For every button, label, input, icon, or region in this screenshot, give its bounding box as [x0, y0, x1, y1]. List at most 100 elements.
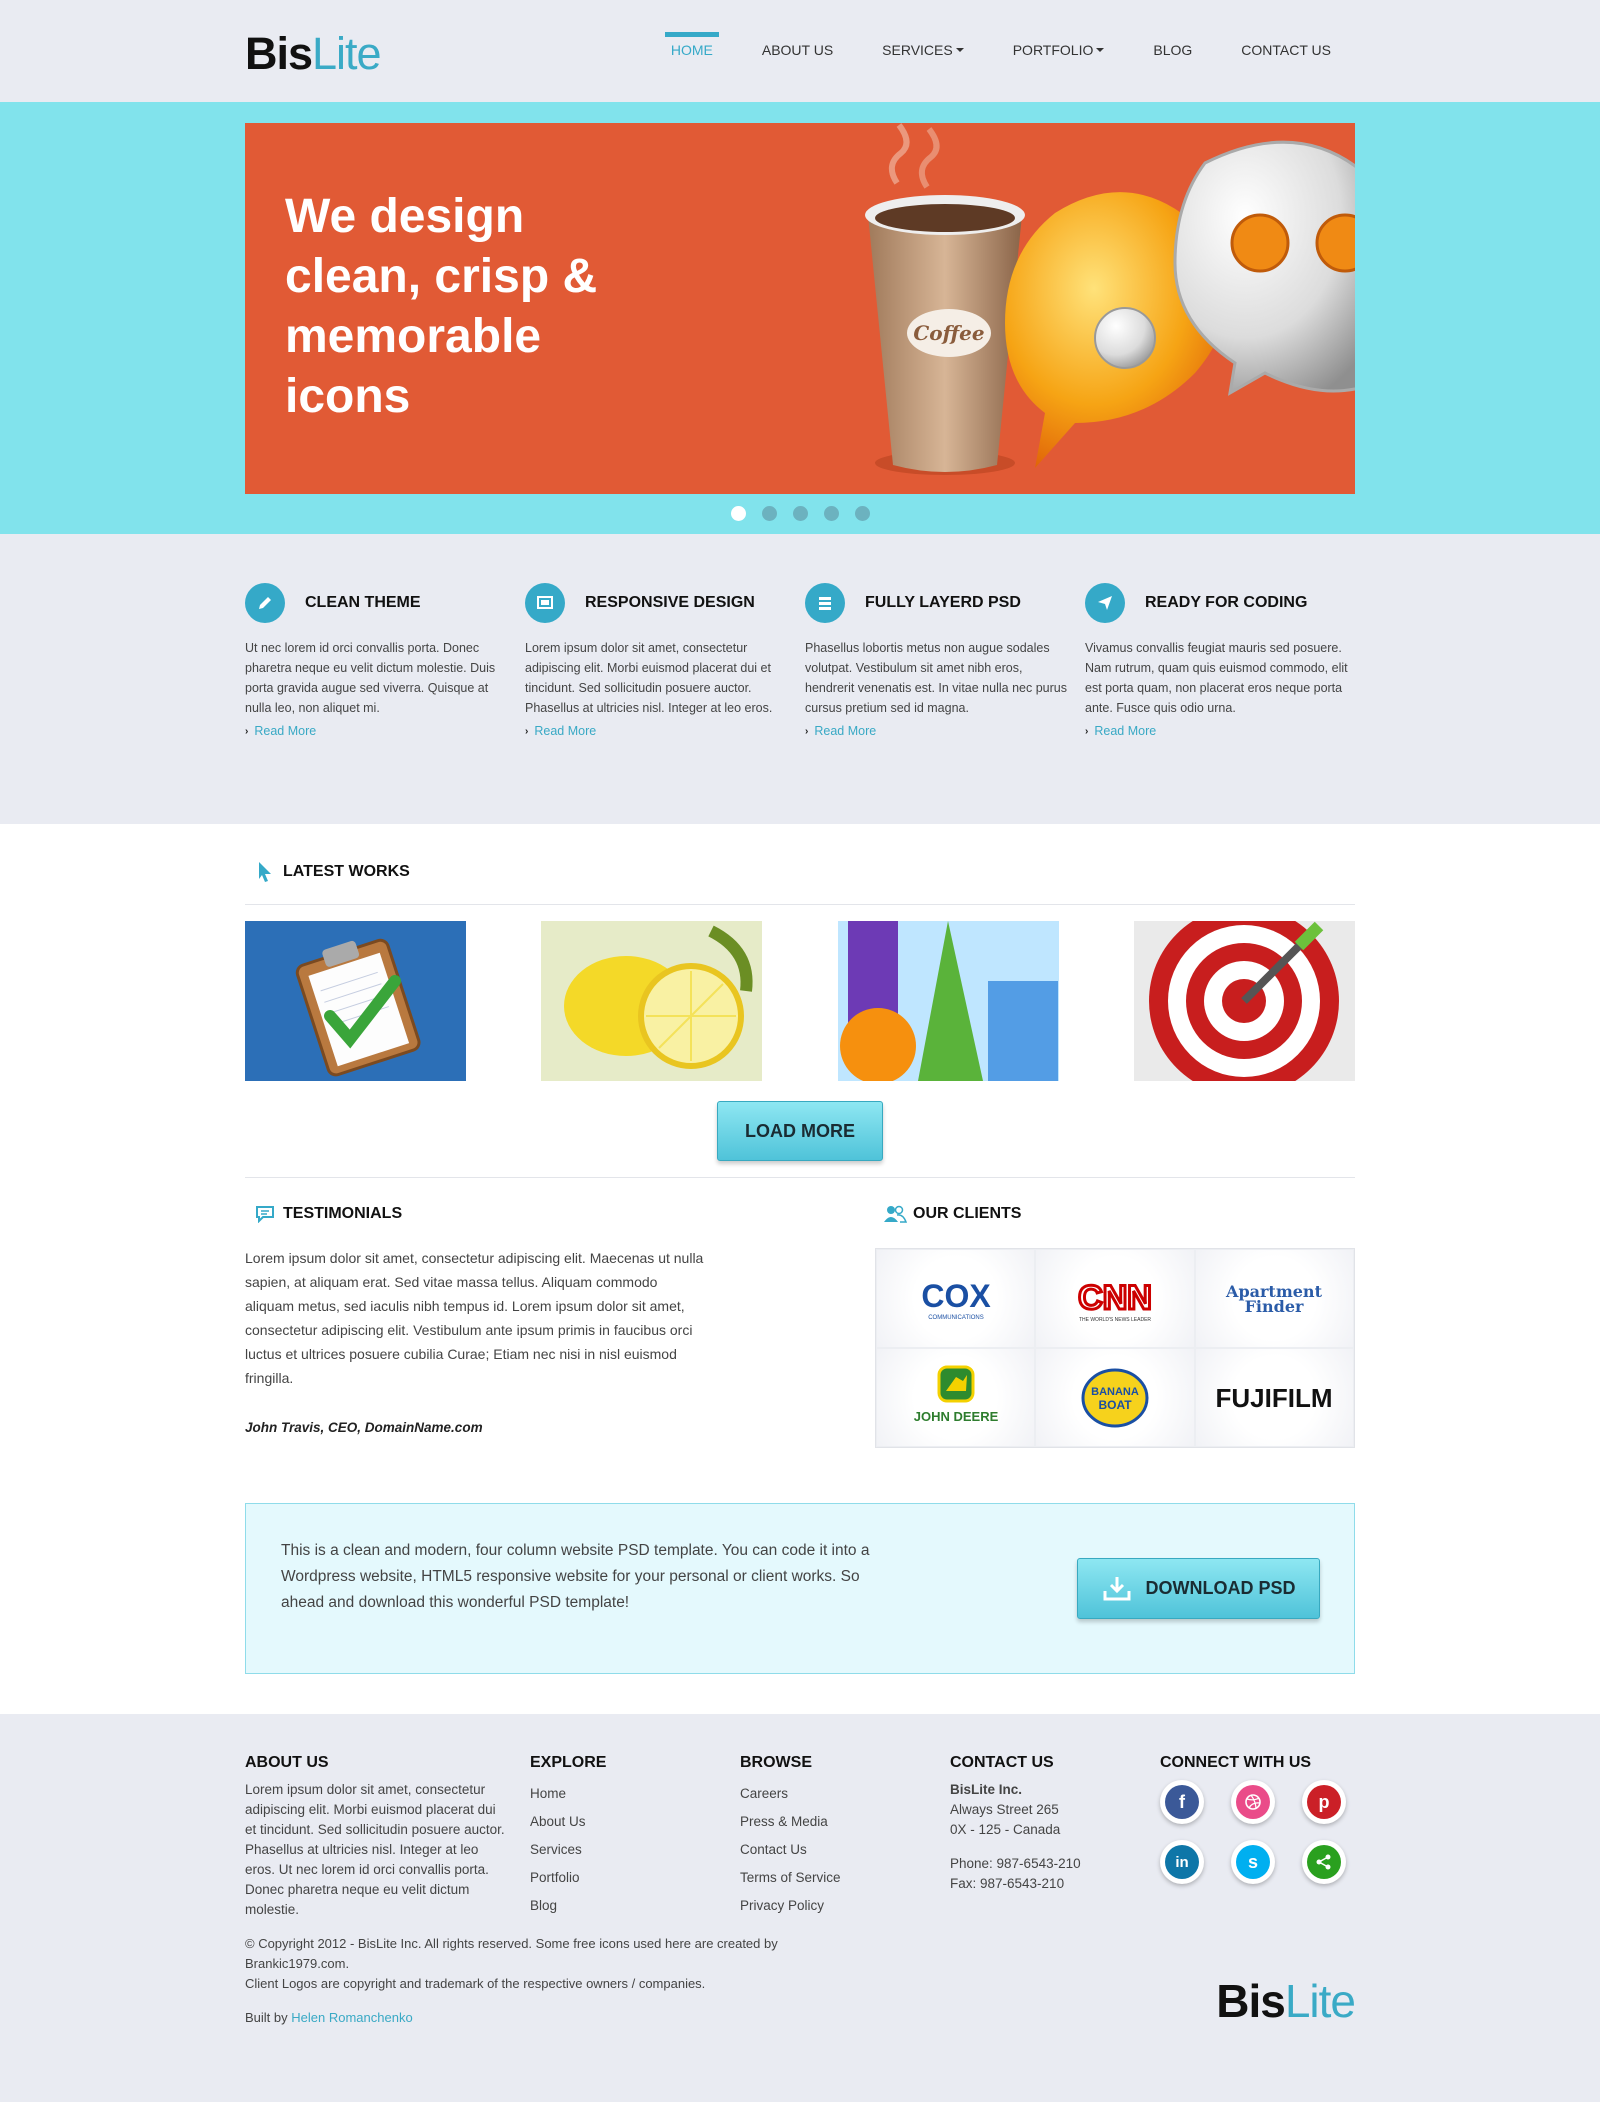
facebook-icon: f [1165, 1785, 1199, 1819]
cta-text: This is a clean and modern, four column … [281, 1542, 870, 1611]
svg-text:THE WORLD'S NEWS LEADER: THE WORLD'S NEWS LEADER [1079, 1317, 1151, 1323]
clients-title: OUR CLIENTS [913, 1205, 1022, 1222]
chevron-right-icon: › [525, 725, 529, 737]
footer-link-blog[interactable]: Blog [530, 1892, 740, 1920]
load-more-button[interactable]: LOAD MORE [717, 1101, 883, 1161]
footer-connect-title: CONNECT WITH US [1160, 1754, 1312, 1771]
footer-link-careers[interactable]: Careers [740, 1780, 950, 1808]
work-thumb-target[interactable] [1133, 921, 1355, 1081]
chevron-right-icon: › [805, 725, 809, 737]
feature-title: RESPONSIVE DESIGN [585, 594, 755, 611]
footer-explore-title: EXPLORE [530, 1754, 607, 1771]
dribbble-icon [1236, 1785, 1270, 1819]
nav-services-label: SERVICES [882, 42, 953, 58]
footer-browse-title: BROWSE [740, 1754, 812, 1771]
client-logo-cox[interactable]: COX COMMUNICATIONS [876, 1249, 1036, 1348]
nav-blog[interactable]: BLOG [1129, 32, 1216, 68]
site-logo[interactable]: BisLite [245, 28, 382, 80]
share-icon [1307, 1845, 1341, 1879]
svg-text:CNN: CNN [1078, 1279, 1152, 1317]
nav-portfolio[interactable]: PORTFOLIO [989, 32, 1129, 68]
users-icon [883, 1204, 907, 1224]
copyright-line-2: Client Logos are copyright and trademark… [245, 1976, 706, 1991]
svg-text:BANANA: BANANA [1091, 1386, 1139, 1398]
linkedin-icon: in [1165, 1845, 1199, 1879]
facebook-button[interactable]: f [1160, 1780, 1204, 1824]
feature-text: Lorem ipsum dolor sit amet, consectetur … [525, 641, 773, 715]
feature-layered-psd: FULLY LAYERD PSD Phasellus lobortis metu… [805, 582, 1075, 738]
footer-link-about[interactable]: About Us [530, 1808, 740, 1836]
copyright-line-1: © Copyright 2012 - BisLite Inc. All righ… [245, 1936, 778, 1971]
coffee-cup-label: Coffee [913, 321, 984, 345]
nav-services[interactable]: SERVICES [858, 32, 988, 68]
copyright-text: © Copyright 2012 - BisLite Inc. All righ… [245, 1934, 845, 1994]
divider [245, 1177, 1355, 1178]
site-header: BisLite HOME ABOUT US SERVICES PORTFOLIO… [0, 0, 1600, 102]
client-logos-grid: COX COMMUNICATIONS CNN THE WORLD'S NEWS … [875, 1248, 1355, 1448]
nav-about[interactable]: ABOUT US [738, 32, 857, 68]
slider-dot-3[interactable] [792, 506, 808, 521]
download-psd-button[interactable]: DOWNLOAD PSD [1077, 1558, 1320, 1619]
work-thumb-lemons[interactable] [541, 921, 763, 1081]
footer-about: ABOUT US Lorem ipsum dolor sit amet, con… [245, 1754, 530, 1920]
feature-text: Ut nec lorem id orci convallis porta. Do… [245, 641, 496, 715]
feature-title: FULLY LAYERD PSD [865, 594, 1021, 611]
svg-text:COMMUNICATIONS: COMMUNICATIONS [928, 1315, 984, 1321]
client-logo-fujifilm[interactable]: FUJIFILM [1194, 1348, 1354, 1447]
client-logo-john-deere[interactable]: JOHN DEERE [876, 1348, 1036, 1447]
footer-contact: CONTACT US BisLite Inc. Always Street 26… [950, 1754, 1160, 1920]
slider-dot-4[interactable] [823, 506, 839, 521]
client-logo-banana-boat[interactable]: BANANA BOAT [1035, 1348, 1195, 1447]
nav-home[interactable]: HOME [647, 32, 737, 68]
divider [245, 904, 1355, 905]
footer-link-contact[interactable]: Contact Us [740, 1836, 950, 1864]
work-thumb-shapes[interactable] [837, 921, 1059, 1081]
skype-button[interactable]: s [1231, 1840, 1275, 1884]
footer-about-text: Lorem ipsum dolor sit amet, consectetur … [245, 1782, 505, 1917]
footer-link-home[interactable]: Home [530, 1780, 740, 1808]
chevron-right-icon: › [1085, 725, 1089, 737]
share-button[interactable] [1302, 1840, 1346, 1884]
slider-dot-2[interactable] [761, 506, 777, 521]
cursor-icon [253, 861, 277, 883]
footer-link-privacy[interactable]: Privacy Policy [740, 1892, 950, 1920]
caret-down-icon [1096, 48, 1105, 53]
author-link[interactable]: Helen Romanchenko [291, 2010, 412, 2025]
pinterest-button[interactable]: p [1302, 1780, 1346, 1824]
read-more-link[interactable]: Read More [1094, 724, 1156, 738]
footer-link-press[interactable]: Press & Media [740, 1808, 950, 1836]
read-more-link[interactable]: Read More [814, 724, 876, 738]
testimonial-author: John Travis, CEO, DomainName.com [245, 1420, 483, 1435]
svg-text:COX: COX [921, 1278, 991, 1314]
works-gallery [245, 921, 1355, 1081]
main-content: LATEST WORKS LOAD MORE TESTIMONIALS Lore… [0, 824, 1600, 1714]
footer-link-services[interactable]: Services [530, 1836, 740, 1864]
slider-dot-1[interactable] [730, 506, 746, 521]
footer-link-terms[interactable]: Terms of Service [740, 1864, 950, 1892]
read-more-link[interactable]: Read More [254, 724, 316, 738]
feature-responsive-design: RESPONSIVE DESIGN Lorem ipsum dolor sit … [525, 582, 795, 738]
footer-link-portfolio[interactable]: Portfolio [530, 1864, 740, 1892]
footer-city: 0X - 125 - Canada [950, 1822, 1061, 1837]
linkedin-button[interactable]: in [1160, 1840, 1204, 1884]
download-cta: This is a clean and modern, four column … [245, 1503, 1355, 1674]
testimonials-heading: TESTIMONIALS [245, 1196, 705, 1232]
read-more-link[interactable]: Read More [534, 724, 596, 738]
client-logo-apartment-finder[interactable]: Apartment Finder [1194, 1249, 1354, 1348]
slider-pagination [0, 506, 1600, 521]
client-logo-cnn[interactable]: CNN THE WORLD'S NEWS LEADER [1035, 1249, 1195, 1348]
logo-light-text: Lite [312, 28, 382, 79]
dribbble-button[interactable] [1231, 1780, 1275, 1824]
chevron-right-icon: › [245, 725, 249, 737]
slider-dot-5[interactable] [854, 506, 870, 521]
hero-illustration: Coffee [865, 123, 1355, 475]
feature-clean-theme: CLEAN THEME Ut nec lorem id orci convall… [245, 582, 515, 738]
svg-text:FUJIFILM: FUJIFILM [1216, 1383, 1333, 1413]
svg-text:JOHN DEERE: JOHN DEERE [913, 1409, 998, 1424]
footer-fax: Fax: 987-6543-210 [950, 1876, 1065, 1891]
footer-logo[interactable]: BisLite [1216, 1974, 1356, 2028]
download-psd-label: DOWNLOAD PSD [1145, 1578, 1296, 1598]
main-nav: HOME ABOUT US SERVICES PORTFOLIO BLOG CO… [646, 32, 1355, 68]
nav-contact[interactable]: CONTACT US [1217, 32, 1355, 68]
work-thumb-clipboard[interactable] [245, 921, 466, 1081]
